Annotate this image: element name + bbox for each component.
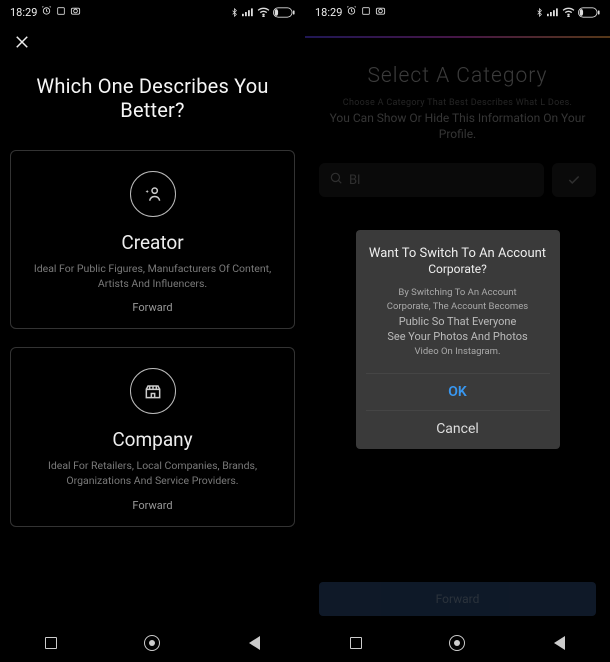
- switch-account-dialog: Want To Switch To An Account Corporate? …: [356, 230, 560, 449]
- nav-home-icon[interactable]: [143, 634, 161, 652]
- company-card[interactable]: Company Ideal For Retailers, Local Compa…: [10, 347, 295, 526]
- wifi-icon: [562, 7, 575, 17]
- phone-screen-left: 18:29 18: [0, 0, 305, 662]
- status-bar: 18:29 18: [305, 0, 610, 24]
- battery-icon: 18: [273, 7, 295, 18]
- status-left: 18:29: [10, 5, 81, 19]
- search-text: Bl: [349, 173, 360, 188]
- status-time: 18:29: [10, 6, 37, 19]
- phone-screen-right: 18:29 18: [305, 0, 610, 662]
- status-left: 18:29: [315, 5, 386, 19]
- signal-icon: [242, 7, 254, 17]
- android-nav-bar: [0, 624, 305, 662]
- select-category-title: Select A Category: [325, 64, 590, 88]
- signal-icon: [547, 7, 559, 17]
- creator-desc: Ideal For Public Figures, Manufacturers …: [25, 262, 280, 291]
- creator-icon: [130, 171, 176, 217]
- nav-recent-icon[interactable]: [42, 634, 60, 652]
- select-category-sub1: Choose A Category That Best Describes Wh…: [305, 98, 610, 108]
- forward-button[interactable]: Forward: [319, 582, 596, 616]
- creator-card[interactable]: Creator Ideal For Public Figures, Manufa…: [10, 150, 295, 329]
- creator-forward[interactable]: Forward: [132, 301, 172, 314]
- dialog-subtitle: Corporate?: [366, 262, 550, 276]
- alarm-icon: [41, 5, 52, 19]
- close-icon[interactable]: [12, 32, 32, 52]
- right-content: Select A Category Choose A Category That…: [305, 24, 610, 662]
- select-category-sub2: You Can Show Or Hide This Information On…: [305, 108, 610, 144]
- gradient-divider: [305, 36, 610, 38]
- square-app-icon: [361, 6, 371, 19]
- search-input[interactable]: Bl: [319, 163, 544, 197]
- nav-back-icon[interactable]: [550, 634, 568, 652]
- search-icon: [329, 171, 343, 189]
- wifi-icon: [257, 7, 270, 17]
- dialog-cancel-button[interactable]: Cancel: [366, 410, 550, 441]
- android-nav-bar: [305, 624, 610, 662]
- dialog-title: Want To Switch To An Account: [366, 246, 550, 261]
- nav-home-icon[interactable]: [448, 634, 466, 652]
- company-title: Company: [112, 428, 192, 451]
- camera-icon: [70, 5, 81, 19]
- dialog-body: By Switching To An Account Corporate, Th…: [366, 286, 550, 359]
- search-confirm-button[interactable]: [552, 163, 596, 197]
- status-right: 18: [230, 7, 295, 18]
- nav-recent-icon[interactable]: [347, 634, 365, 652]
- status-time: 18:29: [315, 6, 342, 19]
- camera-icon: [375, 5, 386, 19]
- close-row: [0, 24, 305, 52]
- bluetooth-icon: [535, 7, 544, 18]
- company-icon: [130, 368, 176, 414]
- dialog-ok-button[interactable]: OK: [366, 373, 550, 410]
- search-row: Bl: [305, 143, 610, 197]
- creator-title: Creator: [121, 231, 183, 254]
- status-right: 18: [535, 7, 600, 18]
- status-bar: 18:29 18: [0, 0, 305, 24]
- company-desc: Ideal For Retailers, Local Companies, Br…: [25, 459, 280, 488]
- square-app-icon: [56, 6, 66, 19]
- alarm-icon: [346, 5, 357, 19]
- forward-label: Forward: [436, 592, 480, 606]
- page-title: Which One Describes You Better?: [20, 74, 285, 122]
- bluetooth-icon: [230, 7, 239, 18]
- category-screen-dimmed: Select A Category Choose A Category That…: [305, 64, 610, 198]
- company-forward[interactable]: Forward: [132, 499, 172, 512]
- nav-back-icon[interactable]: [245, 634, 263, 652]
- battery-icon: 18: [578, 7, 600, 18]
